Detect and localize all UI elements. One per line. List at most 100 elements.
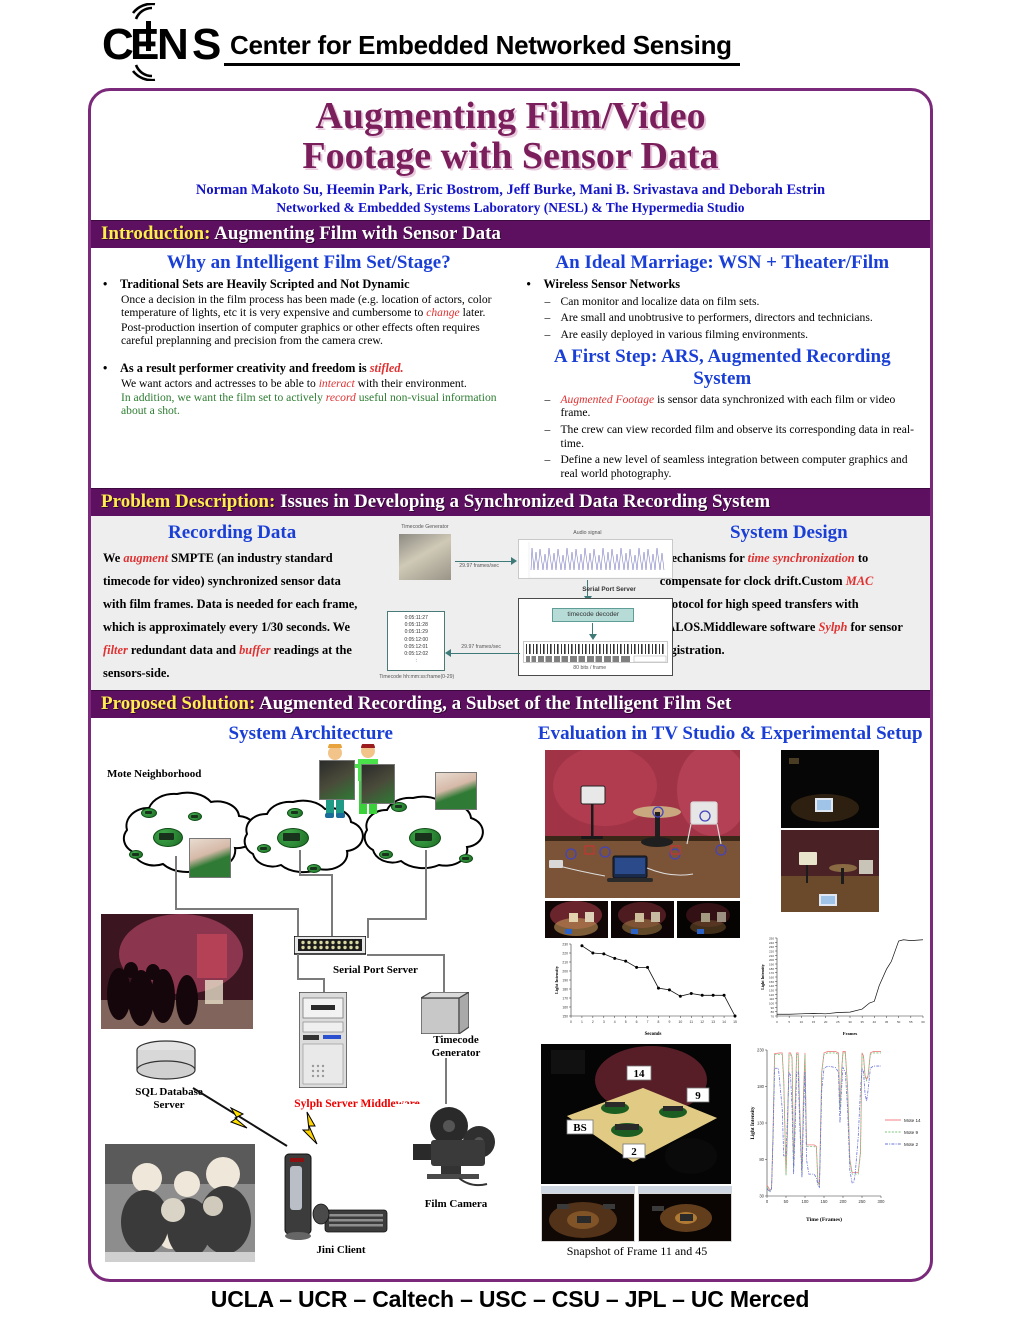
snapshot-caption: Snapshot of Frame 11 and 45: [566, 1244, 708, 1259]
svg-text:Frames: Frames: [843, 1031, 858, 1036]
server-tower-icon: [299, 992, 347, 1089]
svg-text:Mote 9: Mote 9: [904, 1130, 918, 1135]
svg-text:100: 100: [769, 1002, 774, 1006]
svg-text:13: 13: [711, 1020, 715, 1024]
emphasis-record: record: [325, 390, 356, 404]
intro-bullet-1-para-1: Once a decision in the film process has …: [121, 293, 514, 320]
serial-port-server-device: [294, 936, 366, 956]
emphasis-stifled: stifled.: [369, 360, 404, 375]
svg-text:10: 10: [678, 1020, 682, 1024]
cable: [175, 908, 299, 911]
dash-icon: –: [544, 453, 551, 467]
cable: [297, 954, 299, 981]
svg-text:230: 230: [757, 1048, 765, 1053]
cable: [367, 954, 445, 957]
svg-text:9: 9: [668, 1020, 670, 1024]
bits-per-frame-label: 80 bits / frame: [573, 664, 607, 671]
svg-text:250: 250: [769, 937, 774, 941]
cable: [443, 954, 445, 995]
svg-text:Light Intensity: Light Intensity: [554, 966, 559, 995]
intro-bullet-1-label: Traditional Sets are Heavily Scripted an…: [120, 276, 410, 291]
intro-right-column: An Ideal Marriage: WSN + Theater/Film • …: [520, 250, 924, 484]
svg-text:180: 180: [757, 1084, 765, 1089]
text-b: with their environment.: [354, 376, 467, 390]
evaluation-area: 0 1 2 3 4 5 6 7 8 9 10 11 12 13 14 15 150 160 170 180 190 200…: [531, 746, 930, 1266]
cable: [367, 918, 369, 939]
poster-title: Augmenting Film/Video Footage with Senso…: [101, 96, 920, 177]
sensor-board-photo: [189, 838, 231, 879]
svg-text:80: 80: [759, 1157, 764, 1162]
timecode-format-caption: Timecode hh:mm:ss:frame(0-29): [379, 673, 455, 680]
svg-text:25: 25: [836, 1020, 840, 1024]
svg-text:130: 130: [757, 1121, 765, 1126]
stage-crowd-photo: [101, 914, 253, 1030]
cable: [299, 874, 331, 877]
title-block: Augmenting Film/Video Footage with Senso…: [91, 91, 930, 220]
svg-text:230: 230: [562, 943, 568, 947]
svg-text:200: 200: [840, 1199, 848, 1204]
svg-text:Seconds: Seconds: [645, 1032, 662, 1036]
chart-light-intensity-frames: 0 5 10 15 20 25 30 35 40 45 50 55 60 70 80 90 100 110 120 1…: [743, 932, 930, 1037]
svg-text:120: 120: [769, 993, 774, 997]
intro-bullet-2: • As a result performer creativity and f…: [103, 361, 514, 376]
section-rest-solution: Augmented Recording, a Subset of the Int…: [255, 693, 732, 715]
svg-text:110: 110: [769, 998, 774, 1002]
intro-bullet-1-para-2: Post-production insertion of computer gr…: [121, 320, 480, 348]
dark-studio-photo-top: [781, 750, 879, 829]
svg-text:200: 200: [562, 970, 568, 974]
list-item: – Augmented Footage is sensor data synchr…: [544, 393, 918, 420]
timecode-value: 0:05:12:01: [404, 643, 429, 650]
list-item: – Are small and unobtrusive to performers…: [544, 311, 918, 325]
arrow-shaft: [455, 560, 514, 563]
emphasis-filter: filter: [103, 642, 128, 657]
svg-text:N: N: [157, 20, 189, 69]
cable: [175, 856, 177, 909]
frame-thumbnail: [545, 901, 608, 939]
svg-text:14: 14: [722, 1020, 726, 1024]
chart-mote-light-intensity: 0 50 100 150 200 250 300 30 80 130 180 230 Time (Fra…: [737, 1042, 930, 1223]
timecode-list: 0:05:11:27 0:05:11:28 0:05:11:29 0:05:12…: [387, 610, 446, 671]
svg-text:12: 12: [700, 1020, 704, 1024]
svg-text:8: 8: [658, 1020, 660, 1024]
svg-text:55: 55: [909, 1020, 913, 1024]
intro-bullet-2-para-2: In addition, we want the film set to act…: [121, 391, 514, 418]
poster-frame: Augmenting Film/Video Footage with Senso…: [88, 88, 933, 1282]
svg-text:250: 250: [859, 1199, 867, 1204]
cens-logo: C E N S: [100, 3, 230, 81]
svg-text:Light Intensity: Light Intensity: [760, 965, 765, 990]
svg-text:190: 190: [769, 963, 774, 967]
arrow-shaft: [450, 652, 521, 655]
svg-text:15: 15: [812, 1020, 816, 1024]
dash-icon: –: [544, 328, 551, 342]
arrow-head-icon: [445, 649, 452, 658]
svg-text:2: 2: [592, 1020, 594, 1024]
svg-text:E: E: [130, 20, 159, 69]
dash-icon: –: [544, 423, 551, 437]
arrow-head-icon: [588, 633, 597, 640]
svg-text:30: 30: [848, 1020, 852, 1024]
svg-text:220: 220: [769, 950, 774, 954]
svg-text:5: 5: [625, 1020, 627, 1024]
timecode-value: 0:05:11:28: [404, 622, 428, 629]
svg-text:170: 170: [769, 972, 774, 976]
dash-icon: –: [544, 294, 551, 308]
svg-text:130: 130: [769, 989, 774, 993]
problem-body: Recording Data We augment SMPTE (an indu…: [91, 515, 930, 691]
text-3: redundant data and: [127, 642, 240, 657]
emphasis-mac: MAC: [845, 573, 874, 588]
audio-signal-label: Audio signal: [573, 529, 602, 536]
svg-text:0: 0: [766, 1199, 769, 1204]
text-1: We: [103, 550, 124, 565]
svg-text:Time (Frames): Time (Frames): [806, 1216, 842, 1222]
serial-port-server-label: Serial Port Server: [582, 585, 636, 593]
emphasis-buffer: buffer: [239, 642, 271, 657]
solution-subheads: System Architecture Evaluation in TV Stu…: [91, 718, 930, 748]
worn-sensor-board: [361, 764, 395, 805]
svg-text:9: 9: [695, 1090, 701, 1102]
svg-text:20: 20: [824, 1020, 828, 1024]
solution-body: System Architecture Evaluation in TV Stu…: [91, 718, 930, 1278]
header-title: Center for Embedded Networked Sensing: [224, 30, 740, 66]
cable: [331, 874, 333, 939]
list-item-label: Augmented Footage is sensor data synchro…: [560, 393, 918, 420]
list-item: – The crew can view recorded film and obs…: [544, 423, 918, 450]
